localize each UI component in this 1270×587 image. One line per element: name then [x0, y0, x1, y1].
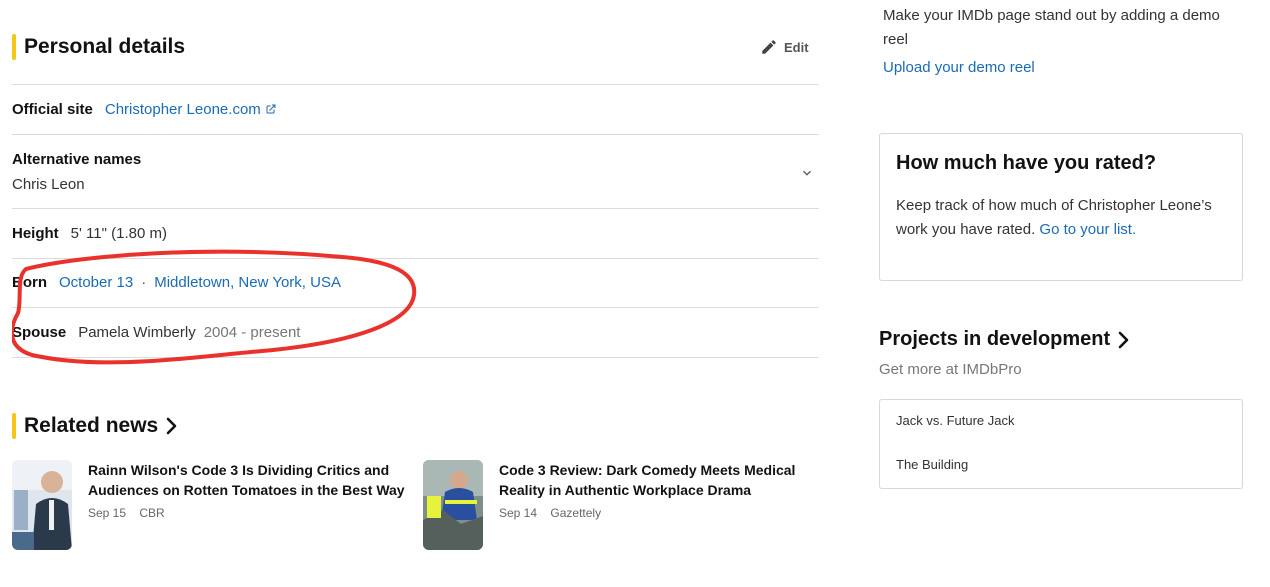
news-date: Sep 15	[88, 506, 127, 520]
official-site-link[interactable]: Christopher Leone.com	[105, 101, 277, 118]
project-item[interactable]: The Building	[896, 457, 968, 472]
news-thumbnail	[12, 460, 72, 550]
sidebar-column: Make your IMDb page stand out by adding …	[879, 0, 1243, 587]
news-item[interactable]: Code 3 Review: Dark Comedy Meets Medical…	[423, 460, 819, 550]
projects-heading[interactable]: Projects in development	[879, 328, 1132, 351]
alternative-names-value: Chris Leon	[12, 176, 85, 193]
edit-label: Edit	[784, 39, 809, 55]
rated-text: Keep track of how much of Christopher Le…	[896, 194, 1216, 242]
rated-title: How much have you rated?	[896, 152, 1157, 174]
news-title: Code 3 Review: Dark Comedy Meets Medical…	[499, 462, 796, 498]
news-source: CBR	[139, 506, 165, 520]
chevron-right-icon	[166, 417, 177, 435]
personal-details-title: Personal details	[24, 35, 186, 58]
main-column: Personal details Edit Official site Chri…	[12, 0, 819, 587]
related-news-heading[interactable]: Related news	[12, 412, 180, 440]
project-item[interactable]: Jack vs. Future Jack	[896, 413, 1014, 428]
alternative-names-label: Alternative names	[12, 151, 142, 168]
alternative-names-row[interactable]: Alternative names Chris Leon	[12, 134, 819, 209]
demo-reel-text: Make your IMDb page stand out by adding …	[883, 7, 1220, 48]
personal-details-heading: Personal details	[12, 33, 185, 61]
edit-button[interactable]: Edit	[760, 38, 809, 56]
height-value: 5' 11" (1.80 m)	[70, 225, 167, 242]
news-date: Sep 14	[499, 506, 538, 520]
pencil-icon	[762, 40, 776, 54]
external-link-icon	[266, 104, 276, 114]
chevron-down-icon[interactable]	[799, 165, 815, 181]
chevron-right-icon	[1118, 331, 1129, 348]
news-item[interactable]: Rainn Wilson's Code 3 Is Dividing Critic…	[12, 460, 408, 550]
upload-demo-reel-link[interactable]: Upload your demo reel	[883, 59, 1035, 76]
news-source: Gazettely	[550, 506, 602, 520]
accent-bar	[12, 413, 16, 439]
news-meta: Sep 14 Gazettely	[499, 506, 819, 520]
projects-title: Projects in development	[879, 328, 1111, 350]
news-meta: Sep 15 CBR	[88, 506, 408, 520]
official-site-link-text: Christopher Leone.com	[104, 101, 261, 118]
news-title: Rainn Wilson's Code 3 Is Dividing Critic…	[88, 462, 405, 498]
news-thumbnail	[423, 460, 483, 550]
height-label: Height	[12, 225, 59, 242]
projects-list: Jack vs. Future Jack The Building	[879, 399, 1243, 489]
rated-card: How much have you rated? Keep track of h…	[879, 133, 1243, 281]
related-news-title: Related news	[24, 414, 159, 437]
go-to-list-link[interactable]: Go to your list.	[1039, 221, 1136, 238]
official-site-row: Official site Christopher Leone.com	[12, 84, 819, 135]
red-annotation-circle	[12, 249, 417, 365]
projects-subtitle: Get more at IMDbPro	[879, 361, 1022, 378]
accent-bar	[12, 34, 16, 60]
official-site-label: Official site	[12, 101, 93, 118]
